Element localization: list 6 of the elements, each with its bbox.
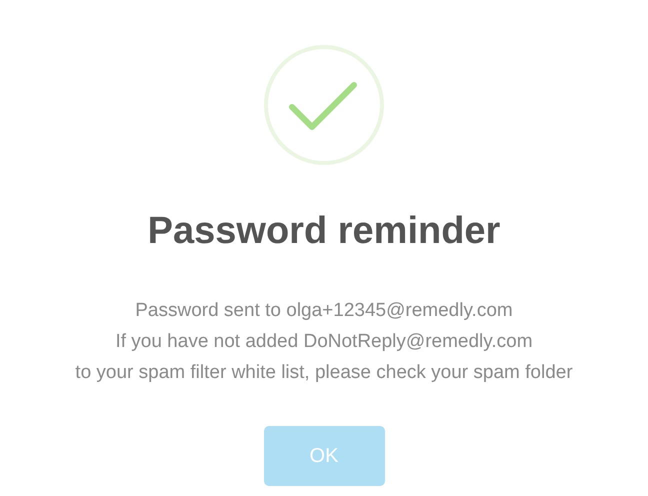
message-line: Password sent to olga+12345@remedly.com: [135, 299, 513, 323]
ok-button[interactable]: OK: [264, 426, 384, 486]
success-check-icon: [262, 43, 386, 167]
dialog-title: Password reminder: [148, 209, 500, 253]
message-line: If you have not added DoNotReply@remedly.com: [115, 330, 533, 354]
message-line: to your spam filter white list, please check your spam folder: [75, 361, 573, 385]
